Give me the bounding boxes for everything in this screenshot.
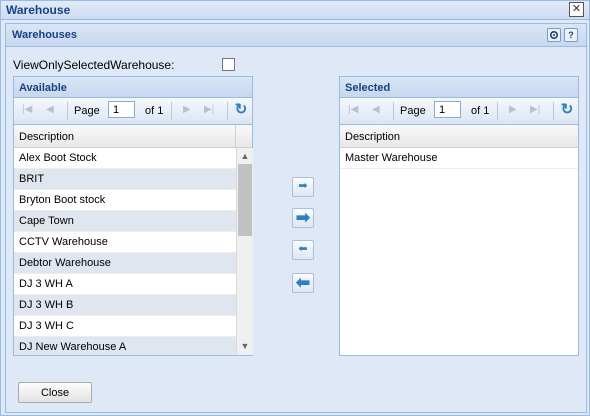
page-count-label: of 1 <box>471 105 490 117</box>
help-icon[interactable]: ? <box>564 28 578 42</box>
available-header: Available <box>14 77 252 98</box>
panel-title: Warehouses <box>12 29 78 41</box>
next-page-icon[interactable]: ▶ <box>183 104 191 115</box>
page-number-input[interactable] <box>108 101 135 118</box>
view-only-selected-checkbox[interactable] <box>222 58 235 71</box>
selected-list: Master Warehouse <box>340 148 578 355</box>
next-page-icon[interactable]: ▶ <box>509 104 517 115</box>
selected-header: Selected <box>340 77 578 98</box>
available-scrollbar[interactable]: ▲ ▼ <box>236 148 253 355</box>
pager-separator <box>171 102 172 120</box>
panel-header: Warehouses ? <box>6 24 586 47</box>
page-label: Page <box>74 105 100 117</box>
available-row[interactable]: DJ 3 WH B <box>14 295 236 316</box>
selected-row[interactable]: Master Warehouse <box>340 148 578 169</box>
available-row[interactable]: CCTV Warehouse <box>14 232 236 253</box>
selected-column-header[interactable]: Description <box>340 125 578 148</box>
close-button[interactable]: Close <box>18 382 92 403</box>
pager-separator <box>497 102 498 120</box>
move-all-left-button[interactable]: ⬅ <box>292 273 314 293</box>
gear-icon[interactable] <box>547 28 561 42</box>
description-column-label: Description <box>345 131 401 143</box>
warehouses-panel: Warehouses ? ViewOnlySelectedWarehouse: … <box>5 23 587 413</box>
pager-separator <box>67 102 68 120</box>
available-row[interactable]: DJ 3 WH A <box>14 274 236 295</box>
available-row[interactable]: Debtor Warehouse <box>14 253 236 274</box>
available-column-header[interactable]: Description <box>14 125 252 148</box>
refresh-icon[interactable]: ↻ <box>233 102 249 118</box>
available-grid: Available |◀ ◀ Page of 1 ▶ ▶| ↻ Descript… <box>13 76 253 356</box>
last-page-icon[interactable]: ▶| <box>530 104 540 115</box>
available-list: Alex Boot Stock BRIT Bryton Boot stock C… <box>14 148 236 355</box>
view-only-selected-label: ViewOnlySelectedWarehouse: <box>13 58 175 72</box>
column-divider <box>235 125 236 147</box>
available-row[interactable]: Alex Boot Stock <box>14 148 236 169</box>
prev-page-icon[interactable]: ◀ <box>372 104 380 115</box>
pager-separator <box>227 102 228 120</box>
move-all-right-button[interactable]: ➡ <box>292 208 314 228</box>
selected-pager: |◀ ◀ Page of 1 ▶ ▶| ↻ <box>340 98 578 125</box>
scroll-down-icon[interactable]: ▼ <box>237 339 253 353</box>
page-number-input[interactable] <box>434 101 461 118</box>
scroll-up-icon[interactable]: ▲ <box>237 149 253 163</box>
available-row[interactable]: DJ 3 WH C <box>14 316 236 337</box>
available-row[interactable]: BRIT <box>14 169 236 190</box>
pager-separator <box>553 102 554 120</box>
first-page-icon[interactable]: |◀ <box>348 104 358 115</box>
page-count-label: of 1 <box>145 105 164 117</box>
description-column-label: Description <box>19 131 75 143</box>
scroll-thumb[interactable] <box>238 164 252 236</box>
last-page-icon[interactable]: ▶| <box>204 104 214 115</box>
available-title: Available <box>19 82 67 94</box>
selected-title: Selected <box>345 82 391 94</box>
selected-grid: Selected |◀ ◀ Page of 1 ▶ ▶| ↻ Descripti… <box>339 76 579 356</box>
first-page-icon[interactable]: |◀ <box>22 104 32 115</box>
page-label: Page <box>400 105 426 117</box>
available-row[interactable]: Bryton Boot stock <box>14 190 236 211</box>
move-selected-right-button[interactable]: ➡ <box>292 177 314 197</box>
available-row[interactable]: DJ New Warehouse A <box>14 337 236 355</box>
close-icon[interactable]: ✕ <box>569 2 584 17</box>
pager-separator <box>393 102 394 120</box>
window-title: Warehouse <box>6 3 71 17</box>
available-pager: |◀ ◀ Page of 1 ▶ ▶| ↻ <box>14 98 252 125</box>
move-selected-left-button[interactable]: ⬅ <box>292 240 314 260</box>
prev-page-icon[interactable]: ◀ <box>46 104 54 115</box>
warehouse-window: Warehouse ✕ Warehouses ? ViewOnlySelecte… <box>0 0 590 416</box>
available-row[interactable]: Cape Town <box>14 211 236 232</box>
refresh-icon[interactable]: ↻ <box>559 102 575 118</box>
window-title-bar: Warehouse ✕ <box>1 1 589 20</box>
